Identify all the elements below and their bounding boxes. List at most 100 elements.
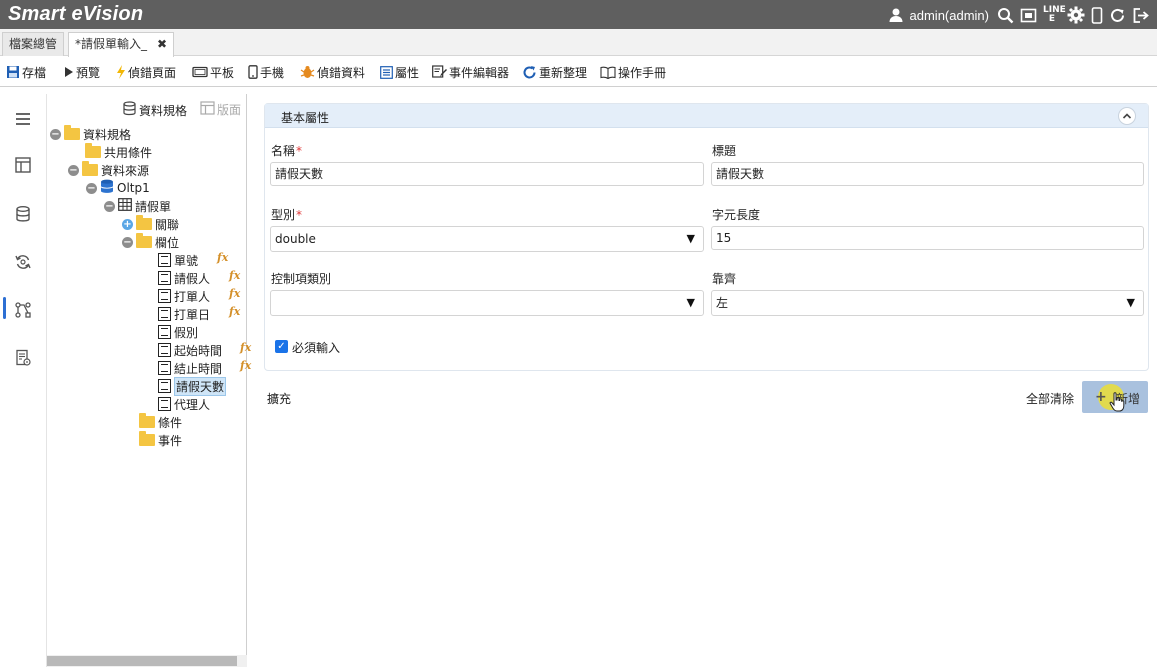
tree-field-item[interactable]: 代理人 bbox=[158, 395, 210, 413]
hand-cursor-icon bbox=[1109, 392, 1125, 415]
user-name[interactable]: admin(admin) bbox=[910, 8, 989, 23]
formula-icon: fx bbox=[229, 287, 241, 300]
database-icon bbox=[100, 179, 114, 197]
length-input[interactable]: 15 bbox=[711, 226, 1144, 250]
phone-button[interactable]: 手機 bbox=[248, 63, 284, 81]
collapse-icon[interactable]: − bbox=[122, 236, 133, 248]
report-settings-icon[interactable] bbox=[14, 349, 32, 367]
add-button[interactable]: + 新增 bbox=[1082, 381, 1148, 413]
section-header[interactable]: 基本屬性 bbox=[265, 104, 1148, 128]
sync-icon[interactable] bbox=[14, 253, 32, 271]
tree-field-item[interactable]: 打單人 bbox=[158, 287, 210, 305]
clear-all-button[interactable]: 全部清除 bbox=[1026, 390, 1074, 407]
section-title: 基本屬性 bbox=[281, 111, 330, 125]
field-icon bbox=[158, 343, 171, 357]
tree-node-table[interactable]: − 請假單 bbox=[104, 197, 171, 215]
folder-icon bbox=[82, 161, 98, 176]
fullscreen-icon[interactable] bbox=[1020, 7, 1037, 24]
database-icon[interactable] bbox=[14, 205, 32, 223]
user-icon[interactable] bbox=[888, 7, 904, 23]
collapse-icon[interactable]: − bbox=[68, 164, 79, 176]
field-icon bbox=[158, 253, 171, 267]
length-label: 字元長度 bbox=[712, 208, 761, 222]
basic-properties-section: 基本屬性 名稱* 請假天數 標題 請假天數 型別* double ▼ 字元長度 … bbox=[264, 103, 1149, 371]
field-icon bbox=[158, 289, 171, 303]
debug-data-button[interactable]: 偵錯資料 bbox=[300, 63, 365, 81]
line-icon[interactable]: LINE E bbox=[1043, 6, 1066, 24]
required-checkbox[interactable]: ✓ bbox=[275, 340, 288, 353]
tree-node-events[interactable]: 事件 bbox=[139, 431, 182, 449]
flow-icon[interactable] bbox=[14, 301, 32, 319]
tab-leave-form[interactable]: *請假單輸入_ ✖ bbox=[68, 32, 175, 57]
save-button[interactable]: 存檔 bbox=[6, 63, 46, 81]
properties-button[interactable]: 屬性 bbox=[380, 63, 419, 81]
app-title: Smart eVision bbox=[8, 3, 144, 25]
tree-field-item[interactable]: 打單日 bbox=[158, 305, 210, 323]
tree-node-conditions[interactable]: 條件 bbox=[139, 413, 182, 431]
gear-icon[interactable] bbox=[1067, 6, 1085, 24]
control-type-select[interactable]: ▼ bbox=[270, 290, 704, 316]
title-input[interactable]: 請假天數 bbox=[711, 162, 1144, 186]
scrollbar-thumb[interactable] bbox=[47, 656, 237, 666]
event-editor-button[interactable]: 事件編輯器 bbox=[432, 63, 509, 81]
dropdown-arrow-icon: ▼ bbox=[1126, 296, 1135, 309]
reorganize-button[interactable]: 重新整理 bbox=[522, 63, 587, 81]
tablet-button[interactable]: 平板 bbox=[192, 63, 234, 81]
lightning-icon bbox=[116, 65, 126, 79]
menu-icon[interactable] bbox=[14, 110, 32, 128]
list-icon bbox=[380, 65, 393, 79]
tree-node-oltp1[interactable]: − Oltp1 bbox=[86, 179, 150, 197]
expand-icon[interactable]: + bbox=[122, 218, 133, 230]
field-icon bbox=[158, 325, 171, 339]
tab-bar: 檔案總管 *請假單輸入_ ✖ bbox=[0, 29, 1157, 57]
tree-field-item[interactable]: 請假人 bbox=[158, 269, 210, 287]
name-input[interactable]: 請假天數 bbox=[270, 162, 704, 186]
debug-page-button[interactable]: 偵錯頁面 bbox=[116, 63, 176, 81]
tree-node-fields[interactable]: − 欄位 bbox=[122, 233, 179, 251]
tree-node-datasource[interactable]: − 資料來源 bbox=[68, 161, 149, 179]
type-label: 型別* bbox=[271, 208, 303, 222]
layout-button[interactable]: 版面 bbox=[200, 101, 241, 118]
title-label: 標題 bbox=[712, 144, 737, 158]
collapse-icon[interactable]: − bbox=[50, 128, 61, 140]
layout-icon[interactable] bbox=[14, 156, 32, 174]
tree-field-item[interactable]: 結止時間 bbox=[158, 359, 222, 377]
refresh-icon[interactable] bbox=[1109, 7, 1126, 24]
data-spec-button[interactable]: 資料規格 bbox=[122, 101, 187, 119]
preview-button[interactable]: 預覽 bbox=[64, 63, 100, 81]
type-select[interactable]: double ▼ bbox=[270, 226, 704, 252]
field-icon bbox=[158, 271, 171, 285]
name-label: 名稱* bbox=[271, 144, 303, 158]
tree-field-item[interactable]: 單號 bbox=[158, 251, 198, 269]
collapse-icon[interactable]: − bbox=[104, 200, 115, 212]
edit-icon bbox=[432, 65, 447, 79]
table-icon bbox=[118, 198, 132, 214]
tree-node-data-spec[interactable]: − 資料規格 bbox=[50, 125, 131, 143]
book-icon bbox=[600, 66, 616, 79]
database-icon bbox=[122, 101, 137, 119]
title-bar: Smart eVision admin(admin) LINE E bbox=[0, 0, 1157, 29]
search-icon[interactable] bbox=[997, 7, 1014, 24]
tab-file-explorer[interactable]: 檔案總管 bbox=[2, 32, 65, 56]
collapse-icon[interactable]: − bbox=[86, 182, 97, 194]
save-icon bbox=[6, 65, 20, 79]
manual-button[interactable]: 操作手冊 bbox=[600, 63, 666, 81]
folder-icon bbox=[85, 143, 101, 158]
logout-icon[interactable] bbox=[1132, 7, 1149, 24]
close-tab-icon[interactable]: ✖ bbox=[157, 37, 167, 51]
align-select[interactable]: 左 ▼ bbox=[711, 290, 1144, 316]
tree-field-item-selected[interactable]: 請假天數 bbox=[158, 376, 227, 396]
tree-node-shared[interactable]: 共用條件 bbox=[85, 143, 152, 161]
collapse-section-button[interactable] bbox=[1118, 107, 1136, 125]
toolbar: 存檔 預覽 偵錯頁面 平板 手機 偵錯資料 屬性 事件編輯器 重新整理 操作手冊 bbox=[0, 57, 1157, 87]
required-mark: * bbox=[296, 144, 303, 158]
mobile-icon[interactable] bbox=[1091, 6, 1103, 24]
folder-icon bbox=[139, 431, 155, 446]
play-icon bbox=[64, 66, 74, 78]
tree-field-item[interactable]: 假別 bbox=[158, 323, 198, 341]
tree-field-item[interactable]: 起始時間 bbox=[158, 341, 222, 359]
horizontal-scrollbar[interactable] bbox=[47, 655, 247, 667]
field-icon bbox=[158, 379, 171, 393]
required-mark: * bbox=[296, 208, 303, 222]
tree-node-relations[interactable]: + 關聯 bbox=[122, 215, 179, 233]
